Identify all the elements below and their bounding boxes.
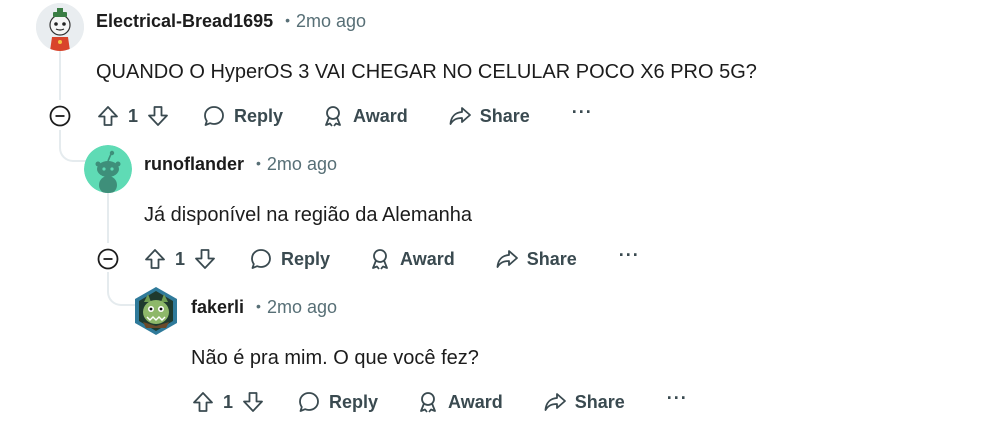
downvote-arrow-icon xyxy=(148,106,168,126)
comment-meta: fakerli • 2mo ago xyxy=(191,297,337,318)
upvote-button[interactable] xyxy=(143,247,167,271)
vote-count: 1 xyxy=(175,248,186,269)
upvote-arrow-icon xyxy=(98,106,118,126)
comment-body: Não é pra mim. O que você fez? xyxy=(191,347,479,369)
avatar[interactable] xyxy=(132,286,180,335)
comment-meta: runoflander • 2mo ago xyxy=(144,154,337,175)
award-button[interactable]: Award xyxy=(416,390,503,414)
timestamp[interactable]: 2mo ago xyxy=(267,154,337,175)
award-ribbon-icon xyxy=(372,249,388,270)
speech-bubble-icon xyxy=(299,392,319,412)
award-label: Award xyxy=(353,105,408,126)
more-options-button[interactable]: ··· xyxy=(619,245,640,266)
username[interactable]: runoflander xyxy=(144,154,244,175)
share-label: Share xyxy=(526,248,577,269)
comment-actions: 1 Reply Award Share ··· xyxy=(96,100,593,132)
username[interactable]: fakerli xyxy=(191,297,244,318)
reply-label: Reply xyxy=(234,105,284,126)
reply-label: Reply xyxy=(329,391,379,412)
share-label: Share xyxy=(479,105,530,126)
upvote-button[interactable] xyxy=(96,104,120,128)
reply-label: Reply xyxy=(281,248,331,269)
thread-line-root xyxy=(59,50,61,100)
upvote-button[interactable] xyxy=(191,390,215,414)
speech-bubble-icon xyxy=(251,249,271,269)
comment-actions: 1 Reply Award Share ··· xyxy=(143,243,640,275)
comment-body: QUANDO O HyperOS 3 VAI CHEGAR NO CELULAR… xyxy=(96,61,757,83)
share-arrow-icon xyxy=(496,250,518,268)
reply-button[interactable]: Reply xyxy=(249,247,330,271)
collapse-button[interactable] xyxy=(49,105,71,127)
meta-separator: • xyxy=(256,155,261,171)
more-options-button[interactable]: ··· xyxy=(667,388,688,409)
award-button[interactable]: Award xyxy=(321,104,408,128)
collapse-minus-icon xyxy=(49,105,71,127)
share-button[interactable]: Share xyxy=(448,104,530,128)
meta-separator: • xyxy=(285,12,291,28)
award-label: Award xyxy=(400,248,455,269)
share-button[interactable]: Share xyxy=(495,247,577,271)
downvote-button[interactable] xyxy=(146,104,170,128)
timestamp[interactable]: 2mo ago xyxy=(267,297,337,318)
comment-body: Já disponível na região da Alemanha xyxy=(144,204,473,226)
downvote-arrow-icon xyxy=(243,392,263,412)
thread-connector-reply-1 xyxy=(59,130,87,162)
comment-meta: Electrical-Bread1695 • 2mo ago xyxy=(96,11,366,32)
downvote-arrow-icon xyxy=(195,249,215,269)
upvote-arrow-icon xyxy=(145,249,165,269)
meta-separator: • xyxy=(256,298,261,314)
username[interactable]: Electrical-Bread1695 xyxy=(96,11,273,32)
comment-actions: 1 Reply Award Share ··· xyxy=(191,386,688,418)
collapse-button[interactable] xyxy=(97,248,119,270)
share-arrow-icon xyxy=(449,107,471,125)
award-ribbon-icon xyxy=(420,392,436,413)
speech-bubble-icon xyxy=(204,106,224,126)
vote-count: 1 xyxy=(223,391,234,412)
avatar[interactable] xyxy=(84,145,132,193)
downvote-button[interactable] xyxy=(241,390,265,414)
reply-button[interactable]: Reply xyxy=(297,390,378,414)
collapse-minus-icon xyxy=(97,248,119,270)
award-label: Award xyxy=(448,391,503,412)
vote-count: 1 xyxy=(128,105,139,126)
thread-line-reply-1 xyxy=(107,193,109,243)
upvote-arrow-icon xyxy=(193,392,213,412)
award-button[interactable]: Award xyxy=(368,247,455,271)
share-arrow-icon xyxy=(544,393,566,411)
share-label: Share xyxy=(574,391,625,412)
reply-button[interactable]: Reply xyxy=(202,104,283,128)
award-ribbon-icon xyxy=(325,106,341,127)
avatar[interactable] xyxy=(36,3,84,51)
downvote-button[interactable] xyxy=(193,247,217,271)
timestamp[interactable]: 2mo ago xyxy=(296,11,366,32)
share-button[interactable]: Share xyxy=(543,390,625,414)
more-options-button[interactable]: ··· xyxy=(572,102,593,123)
